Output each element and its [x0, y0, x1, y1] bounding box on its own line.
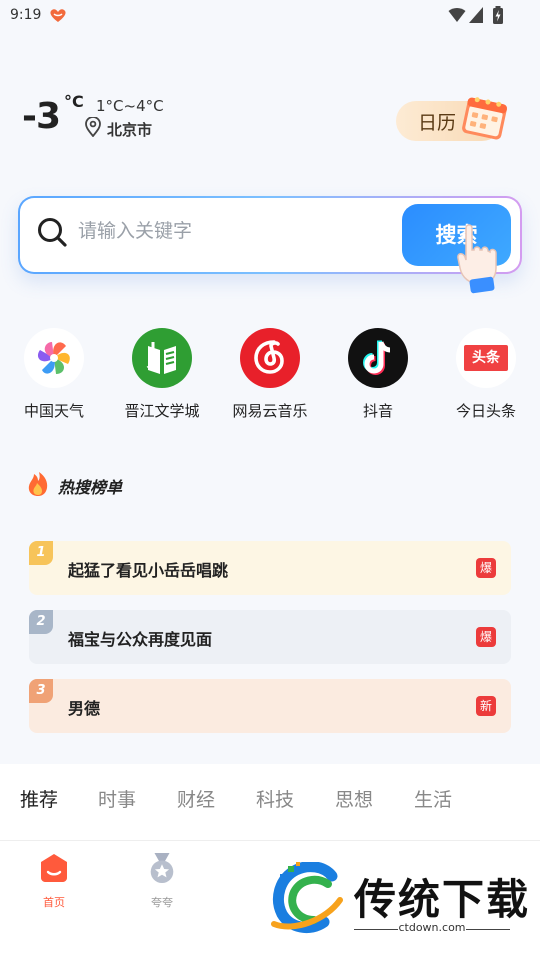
search-input[interactable] [78, 218, 378, 244]
location-label[interactable]: 北京市 [107, 119, 152, 140]
hot-search-text: 起猛了看见小岳岳唱跳 [68, 561, 229, 580]
temperature-range: 1°C~4°C [96, 97, 164, 115]
wifi-icon [448, 8, 466, 22]
toutiao-logo-text: 头条 [464, 345, 508, 371]
tab-4[interactable]: 思想 [335, 785, 373, 812]
tiktok-icon [348, 328, 408, 388]
current-temperature: -3 [22, 96, 61, 137]
app-shortcut-toutiao[interactable]: 头条 今日头条 [432, 328, 540, 428]
app-label: 网易云音乐 [232, 402, 308, 420]
app-shortcut-jjwxc[interactable]: 晋江文学城 [108, 328, 216, 428]
nav-item-kuakua[interactable]: 夸夸 [132, 852, 192, 912]
hot-search-item[interactable]: 2 福宝与公众再度见面 爆 [29, 610, 511, 664]
hot-tag-badge: 爆 [476, 558, 496, 578]
status-bar: 9:19 [0, 0, 540, 32]
calendar-icon[interactable] [456, 95, 512, 143]
app-label: 抖音 [362, 402, 393, 420]
temperature-unit: °C [64, 92, 84, 111]
hot-search-text: 福宝与公众再度见面 [68, 630, 213, 649]
netease-music-icon [240, 328, 300, 388]
watermark-url: ctdown.com [398, 921, 466, 934]
nav-item-home[interactable]: 首页 [24, 852, 84, 912]
hot-tag-badge: 爆 [476, 627, 496, 647]
watermark-logo-icon [271, 862, 343, 934]
app-label: 晋江文学城 [124, 402, 200, 420]
hot-tag-badge: 新 [476, 696, 496, 716]
pointing-hand-icon [457, 224, 497, 294]
tab-2[interactable]: 财经 [177, 785, 215, 812]
tab-3[interactable]: 科技 [256, 785, 294, 812]
tab-1[interactable]: 时事 [98, 785, 136, 812]
hot-search-text: 男德 [68, 699, 101, 718]
hot-search-title: 热搜榜单 [58, 478, 123, 497]
home-icon [41, 854, 67, 882]
rank-badge: 3 [29, 679, 53, 703]
tab-5[interactable]: 生活 [414, 785, 452, 812]
tab-0[interactable]: 推荐 [20, 785, 58, 812]
nav-label-kuakua: 夸夸 [151, 896, 173, 909]
hot-search-item[interactable]: 1 起猛了看见小岳岳唱跳 爆 [29, 541, 511, 595]
app-label: 中国天气 [23, 402, 84, 420]
battery-icon [493, 6, 503, 24]
toutiao-icon: 头条 [456, 328, 516, 388]
fire-icon [28, 472, 48, 496]
app-shortcut-weather[interactable]: 中国天气 [0, 328, 108, 428]
pinwheel-icon [24, 328, 84, 388]
search-icon [38, 218, 67, 247]
status-time: 9:19 [10, 7, 42, 23]
book-icon [132, 328, 192, 388]
rank-badge: 2 [29, 610, 53, 634]
heart-hands-icon [50, 9, 66, 22]
app-shortcut-netease-music[interactable]: 网易云音乐 [216, 328, 324, 428]
app-label: 今日头条 [455, 402, 516, 420]
nav-label-home: 首页 [43, 896, 65, 909]
location-pin-icon [85, 117, 101, 137]
signal-icon [469, 7, 483, 23]
rank-badge: 1 [29, 541, 53, 565]
medal-icon [150, 852, 174, 884]
calendar-label[interactable]: 日历 [418, 108, 456, 135]
watermark-title: 传统下载 [354, 875, 531, 924]
app-shortcut-douyin[interactable]: 抖音 [324, 328, 432, 428]
hot-search-item[interactable]: 3 男德 新 [29, 679, 511, 733]
